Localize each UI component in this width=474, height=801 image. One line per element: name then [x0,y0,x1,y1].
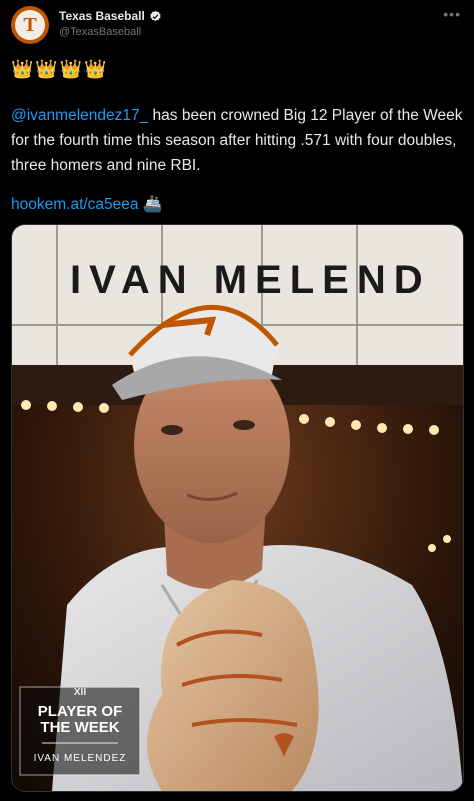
badge-title-line2: THE WEEK [40,719,119,736]
user-handle[interactable]: @TexasBaseball [59,26,141,38]
mention-link[interactable]: @ivanmelendez17_ [11,107,148,124]
player-of-the-week-badge: XII PLAYER OF THE WEEK IVAN MELENDEZ [19,686,141,776]
tweet-header: T Texas Baseball @TexasBaseball ••• [11,6,463,46]
marquee-text: IVAN MELEND [70,258,431,302]
name-row: Texas Baseball [59,9,162,23]
badge-title-line1: PLAYER OF [38,703,122,720]
tweet-text: @ivanmelendez17_ has been crowned Big 12… [11,103,463,178]
longhorns-logo-icon: T [15,10,45,40]
more-options-icon[interactable]: ••• [443,6,461,22]
ship-emoji: 🚢 [142,196,163,213]
avatar[interactable]: T [11,6,49,44]
crown-emojis: 👑👑👑👑 [11,59,109,79]
big12-logo-icon: XII [74,687,86,698]
tweet-media-image[interactable]: IVAN MELEND XII PLAYER OF THE WEEK IVAN … [11,224,464,792]
link-row: hookem.at/ca5eea 🚢 [11,192,162,217]
badge-player-name: IVAN MELENDEZ [34,753,127,764]
display-name[interactable]: Texas Baseball [59,9,145,23]
player-graphic: IVAN MELEND XII PLAYER OF THE WEEK IVAN … [12,225,463,791]
verified-badge-icon [150,10,161,21]
article-link[interactable]: hookem.at/ca5eea [11,196,139,213]
